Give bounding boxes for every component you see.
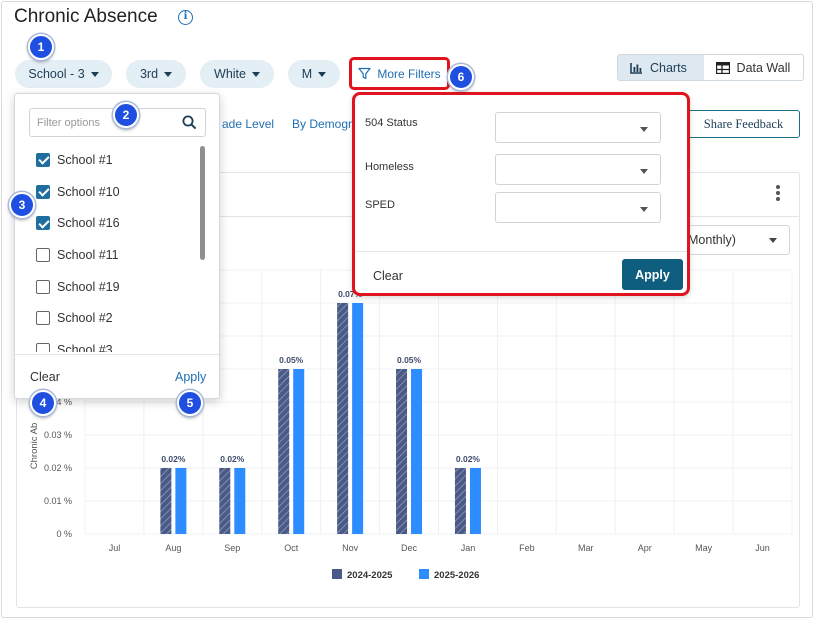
school-option[interactable]: School #11: [15, 239, 205, 271]
step-badge-6: 6: [448, 64, 474, 90]
bar-chart-icon: [630, 62, 642, 74]
data-wall-label: Data Wall: [736, 60, 791, 75]
chevron-down-icon: [251, 71, 260, 77]
school-option-label: School #16: [57, 216, 120, 231]
tab-demographic[interactable]: By Demogr: [292, 117, 352, 131]
chevron-down-icon: [640, 127, 648, 132]
data-wall-toggle[interactable]: Data Wall: [704, 55, 803, 80]
school-option[interactable]: School #19: [15, 271, 205, 303]
homeless-label: Homeless: [365, 161, 414, 173]
charts-toggle[interactable]: Charts: [618, 55, 704, 80]
checkbox-icon[interactable]: [36, 342, 50, 352]
table-icon: [715, 61, 730, 74]
step-badge-5: 5: [177, 390, 203, 416]
charts-label: Charts: [650, 60, 687, 75]
apply-button[interactable]: Apply: [175, 370, 206, 384]
school-option-label: School #2: [57, 311, 113, 326]
chevron-down-icon: [640, 169, 648, 174]
more-filters-label: More Filters: [377, 66, 441, 81]
school-dropdown: Filter options School #1 School #10 School…: [14, 93, 220, 399]
gender-filter[interactable]: M: [288, 60, 340, 88]
chevron-down-icon: [164, 71, 173, 77]
race-filter-label: White: [214, 67, 246, 81]
step-badge-3: 3: [9, 192, 35, 218]
gender-filter-label: M: [301, 67, 313, 81]
step-badge-2: 2: [113, 102, 139, 128]
school-option-label: School #3: [57, 342, 113, 352]
checkbox-icon[interactable]: [36, 247, 50, 262]
school-option[interactable]: School #16: [15, 207, 205, 239]
grade-filter[interactable]: 3rd: [126, 60, 186, 88]
info-icon[interactable]: i: [178, 10, 193, 25]
school-option[interactable]: School #1: [15, 144, 205, 176]
checkbox-checked-icon[interactable]: [36, 152, 50, 167]
chevron-down-icon: [318, 71, 327, 77]
school-option-label: School #19: [57, 279, 120, 294]
period-select-label: Monthly): [688, 233, 736, 247]
grade-filter-label: 3rd: [139, 67, 159, 81]
school-option[interactable]: School #3: [15, 334, 205, 352]
school-filter-label: School - 3: [28, 67, 85, 81]
more-filters-popup: 504 Status Homeless SPED Clear Apply: [352, 92, 690, 296]
filter-options-placeholder: Filter options: [37, 116, 100, 129]
checkbox-checked-icon[interactable]: [36, 216, 50, 231]
apply-button[interactable]: Apply: [622, 259, 683, 290]
clear-button[interactable]: Clear: [373, 269, 403, 283]
clear-button[interactable]: Clear: [30, 370, 60, 384]
share-feedback-button[interactable]: Share Feedback: [687, 110, 800, 138]
checkbox-icon[interactable]: [36, 311, 50, 326]
more-options-icon[interactable]: [776, 185, 780, 203]
chevron-down-icon: [90, 71, 99, 77]
school-option-label: School #1: [57, 152, 113, 167]
sped-label: SPED: [365, 199, 395, 211]
checkbox-checked-icon[interactable]: [36, 184, 50, 199]
chevron-down-icon: [640, 207, 648, 212]
race-filter[interactable]: White: [200, 60, 274, 88]
homeless-select[interactable]: [495, 154, 661, 185]
divider: [355, 251, 687, 252]
more-filters-button[interactable]: More Filters: [349, 57, 450, 90]
chevron-down-icon: [769, 238, 777, 243]
step-badge-4: 4: [30, 390, 56, 416]
school-option-label: School #10: [57, 184, 120, 199]
page-title: Chronic Absence: [14, 6, 158, 27]
sped-select[interactable]: [495, 192, 661, 223]
checkbox-icon[interactable]: [36, 279, 50, 294]
school-option[interactable]: School #10: [15, 176, 205, 208]
school-option[interactable]: School #2: [15, 302, 205, 334]
school-option-list: School #1 School #10 School #16 School #11 S…: [15, 144, 205, 352]
school-filter[interactable]: School - 3: [15, 60, 112, 88]
tab-grade-level[interactable]: ade Level: [222, 117, 274, 131]
step-badge-1: 1: [28, 34, 54, 60]
scrollbar[interactable]: [200, 146, 205, 260]
school-option-label: School #11: [57, 247, 119, 262]
504-status-select[interactable]: [495, 112, 661, 143]
504-status-label: 504 Status: [365, 117, 418, 129]
view-toggle: Charts Data Wall: [617, 54, 804, 81]
period-select[interactable]: Monthly): [679, 225, 790, 255]
search-icon: [182, 115, 197, 130]
filter-icon: [358, 67, 371, 80]
